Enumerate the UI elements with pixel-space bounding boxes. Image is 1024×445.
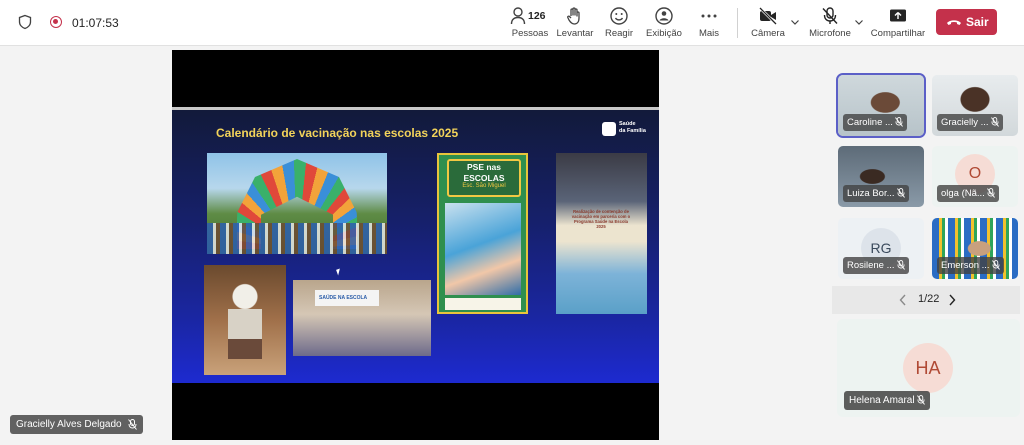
shield-icon[interactable] bbox=[17, 14, 33, 30]
view-icon bbox=[655, 7, 673, 25]
mic-off-icon bbox=[917, 395, 926, 406]
participant-initials: RG bbox=[870, 240, 892, 256]
raise-hand-label: Levantar bbox=[556, 28, 594, 39]
mic-off-icon bbox=[990, 117, 999, 128]
participant-tile[interactable]: O olga (Nã... bbox=[932, 146, 1018, 207]
people-button[interactable]: 126 Pessoas bbox=[510, 6, 550, 42]
more-label: Mais bbox=[698, 28, 720, 39]
photo-group-event: Realização de contenção de vacinação em … bbox=[556, 153, 647, 314]
people-label: Pessoas bbox=[511, 28, 549, 39]
mic-off-icon bbox=[822, 7, 838, 24]
pager-text: 1/22 bbox=[918, 293, 940, 305]
participant-name: Luiza Bor... bbox=[847, 188, 895, 199]
presentation-slide: Calendário de vacinação nas escolas 2025… bbox=[172, 107, 659, 383]
participant-name-tag: Caroline ... bbox=[843, 114, 907, 131]
chevron-right-icon[interactable] bbox=[948, 294, 956, 306]
featured-participant-tile[interactable]: HA Helena Amaral bbox=[837, 319, 1020, 417]
photo-mascot bbox=[204, 265, 286, 375]
pse-title-2: ESCOLAS bbox=[463, 173, 505, 183]
participant-name-tag: Luiza Bor... bbox=[843, 185, 909, 202]
pse-school: Esc. São Miguel bbox=[462, 183, 506, 189]
chevron-left-icon[interactable] bbox=[899, 294, 907, 306]
share-label: Compartilhar bbox=[870, 28, 926, 39]
toolbar-divider bbox=[737, 8, 738, 38]
leave-label: Sair bbox=[966, 15, 989, 29]
mic-off-icon bbox=[896, 188, 905, 199]
shared-screen: Calendário de vacinação nas escolas 2025… bbox=[172, 50, 659, 440]
recording-icon bbox=[50, 16, 62, 28]
participant-name: Gracielly ... bbox=[941, 117, 989, 128]
brand-line-2: da Família bbox=[619, 128, 646, 134]
participant-name-tag: Emerson ... bbox=[937, 257, 1004, 274]
photo-vaccination-arch bbox=[207, 153, 387, 254]
slide-title: Calendário de vacinação nas escolas 2025 bbox=[216, 126, 459, 140]
meeting-timer: 01:07:53 bbox=[72, 16, 119, 30]
react-button[interactable]: Reagir bbox=[604, 6, 634, 42]
mic-off-icon bbox=[986, 188, 995, 199]
participants-pager: 1/22 bbox=[832, 286, 1020, 314]
participant-tile[interactable]: Luiza Bor... bbox=[838, 146, 924, 207]
microphone-button[interactable]: Microfone bbox=[808, 6, 852, 42]
people-icon bbox=[510, 7, 526, 25]
share-icon bbox=[890, 9, 906, 22]
presenter-name: Gracielly Alves Delgado bbox=[16, 419, 122, 430]
mic-off-icon bbox=[895, 117, 903, 128]
mic-off-icon bbox=[896, 260, 905, 271]
phone-hangup-icon bbox=[947, 20, 961, 25]
brand-logo: Saúde da Família bbox=[602, 120, 652, 140]
participant-tile[interactable]: Gracielly ... bbox=[932, 75, 1018, 136]
share-button[interactable]: Compartilhar bbox=[870, 6, 926, 42]
microphone-options-chevron-icon[interactable] bbox=[854, 17, 864, 27]
react-label: Reagir bbox=[605, 28, 633, 39]
participant-tile[interactable]: RG Rosilene ... bbox=[838, 218, 924, 279]
photo-pse-schools: PSE nas ESCOLAS Esc. São Miguel bbox=[437, 153, 528, 314]
participant-tile[interactable]: Caroline ... bbox=[836, 73, 926, 138]
camera-options-chevron-icon[interactable] bbox=[790, 17, 800, 27]
participant-name-tag: olga (Nã... bbox=[937, 185, 999, 202]
participant-name-tag: Rosilene ... bbox=[843, 257, 909, 274]
participant-initials: HA bbox=[915, 358, 941, 378]
leave-button[interactable]: Sair bbox=[936, 9, 997, 35]
participant-name-tag: Helena Amaral bbox=[844, 391, 931, 410]
mic-off-icon bbox=[128, 418, 138, 430]
microphone-label: Microfone bbox=[809, 28, 851, 39]
participant-name: Helena Amaral bbox=[849, 395, 915, 406]
participant-name: Caroline ... bbox=[847, 117, 893, 128]
camera-label: Câmera bbox=[751, 28, 785, 39]
mic-off-icon bbox=[991, 260, 1000, 271]
participant-initials: O bbox=[968, 165, 982, 182]
hand-icon bbox=[567, 7, 580, 25]
participant-tile[interactable]: Emerson ... bbox=[932, 218, 1018, 279]
view-label: Exibição bbox=[646, 28, 682, 39]
view-button[interactable]: Exibição bbox=[646, 6, 682, 42]
meeting-toolbar: 01:07:53 126 Pessoas Levantar Reagir Exi… bbox=[0, 0, 1024, 46]
participant-name-tag: Gracielly ... bbox=[937, 114, 1003, 131]
participant-name: Emerson ... bbox=[941, 260, 990, 271]
brand-icon bbox=[602, 122, 616, 136]
mouse-cursor-icon bbox=[336, 268, 342, 276]
people-count: 126 bbox=[528, 10, 546, 22]
participant-name: Rosilene ... bbox=[847, 260, 895, 271]
pse-sign: PSE nas ESCOLAS Esc. São Miguel bbox=[447, 159, 521, 197]
camera-off-icon bbox=[759, 7, 777, 25]
camera-button[interactable]: Câmera bbox=[750, 6, 786, 42]
presenter-name-badge: Gracielly Alves Delgado bbox=[10, 415, 144, 434]
banner-text: SAÚDE NA ESCOLA bbox=[315, 290, 379, 306]
more-button[interactable]: Mais bbox=[696, 6, 722, 42]
pse-title-1: PSE nas bbox=[466, 162, 502, 172]
participant-name: olga (Nã... bbox=[941, 188, 985, 199]
more-icon bbox=[701, 14, 717, 18]
event-note: Realização de contenção de vacinação em … bbox=[571, 209, 631, 229]
brand-line-1: Saúde bbox=[619, 121, 636, 127]
photo-school-banner: SAÚDE NA ESCOLA bbox=[293, 280, 431, 356]
smile-icon bbox=[610, 7, 628, 25]
participant-avatar: HA bbox=[903, 343, 953, 393]
raise-hand-button[interactable]: Levantar bbox=[556, 6, 594, 42]
